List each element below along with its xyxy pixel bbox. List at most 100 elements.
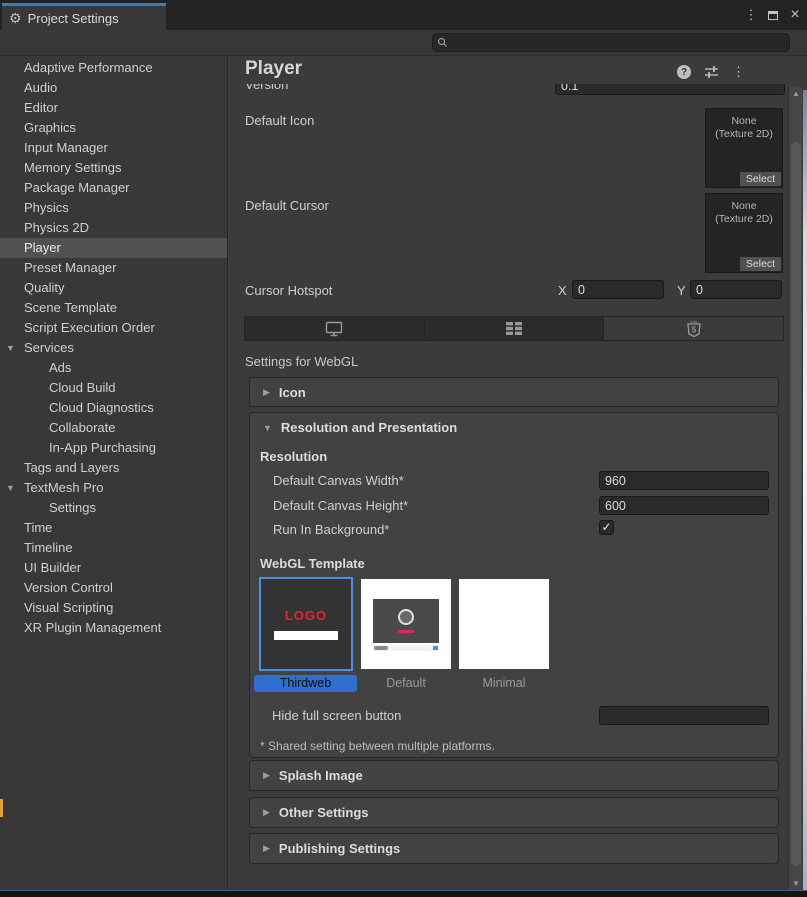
sidebar-item-label: Cloud Diagnostics	[49, 400, 154, 415]
hotspot-y-input[interactable]	[690, 280, 782, 299]
default-template-screen	[373, 599, 439, 643]
sidebar-item-label: Editor	[24, 100, 58, 115]
template-card-default[interactable]	[361, 579, 451, 669]
section-other-settings-header[interactable]: ▶ Other Settings	[250, 798, 778, 827]
run-in-background-label: Run In Background*	[273, 522, 389, 537]
sidebar-item-adaptive-performance[interactable]: ▼ Adaptive Performance	[0, 58, 227, 78]
sidebar-item-graphics[interactable]: ▼ Graphics	[0, 118, 227, 138]
cursor-hotspot-label: Cursor Hotspot	[245, 283, 332, 298]
sidebar-item-visual-scripting[interactable]: ▼ Visual Scripting	[0, 598, 227, 618]
sidebar-item-time[interactable]: ▼ Time	[0, 518, 227, 538]
help-icon[interactable]: ?	[677, 65, 691, 79]
template-label-thirdweb[interactable]: Thirdweb	[254, 675, 357, 692]
scrollbar-thumb[interactable]	[791, 142, 801, 866]
section-icon: ▶ Icon	[249, 377, 779, 407]
sidebar-item-physics-2d[interactable]: ▼ Physics 2D	[0, 218, 227, 238]
panel-menu-icon[interactable]: ⋮	[732, 64, 745, 80]
window-menu-button[interactable]: ⋮	[742, 5, 760, 25]
thirdweb-progress-bar	[274, 631, 338, 640]
project-settings-tab[interactable]: ⚙ Project Settings	[2, 3, 166, 30]
presets-icon[interactable]	[704, 65, 719, 79]
canvas-width-input[interactable]	[599, 471, 769, 490]
default-icon-select-button[interactable]: Select	[740, 172, 781, 186]
sidebar-item-ui-builder[interactable]: ▼ UI Builder	[0, 558, 227, 578]
maximize-button[interactable]	[764, 5, 782, 25]
sidebar-item-in-app-purchasing[interactable]: ▼ In-App Purchasing	[0, 438, 227, 458]
canvas-height-input[interactable]	[599, 496, 769, 515]
caret-collapsed-icon: ▶	[263, 843, 270, 854]
sidebar-item-label: Scene Template	[24, 300, 117, 315]
section-resolution-header[interactable]: ▼ Resolution and Presentation	[250, 413, 778, 442]
sidebar-item-textmesh-pro[interactable]: ▼ TextMesh Pro	[0, 478, 227, 498]
toolbar	[0, 30, 807, 56]
sidebar-item-label: Quality	[24, 280, 64, 295]
sidebar-item-tags-and-layers[interactable]: ▼ Tags and Layers	[0, 458, 227, 478]
caret-collapsed-icon: ▶	[263, 770, 270, 781]
sidebar-item-cloud-diagnostics[interactable]: ▼ Cloud Diagnostics	[0, 398, 227, 418]
sidebar-item-label: Timeline	[24, 540, 73, 555]
close-button[interactable]: ×	[786, 5, 804, 25]
sidebar-item-scene-template[interactable]: ▼ Scene Template	[0, 298, 227, 318]
sidebar-item-label: Tags and Layers	[24, 460, 119, 475]
settings-sidebar: ▼ Adaptive Performance ▼ Audio ▼ Editor …	[0, 56, 228, 891]
default-cursor-select-button[interactable]: Select	[740, 257, 781, 271]
section-other-settings: ▶ Other Settings	[249, 797, 779, 828]
scroll-up-button[interactable]: ▲	[789, 87, 803, 101]
foldout-open-icon[interactable]: ▼	[6, 338, 15, 358]
sidebar-item-physics[interactable]: ▼ Physics	[0, 198, 227, 218]
sidebar-item-version-control[interactable]: ▼ Version Control	[0, 578, 227, 598]
window-title: Project Settings	[28, 11, 119, 26]
template-label-default[interactable]: Default	[361, 676, 451, 690]
panel-header-icons: ? ⋮	[677, 64, 745, 80]
template-card-minimal[interactable]	[459, 579, 549, 669]
section-publishing-settings-header[interactable]: ▶ Publishing Settings	[250, 834, 778, 863]
hotspot-x-input[interactable]	[572, 280, 664, 299]
sidebar-item-player[interactable]: ▼ Player	[0, 238, 227, 258]
version-input[interactable]	[555, 84, 785, 95]
section-publishing-settings: ▶ Publishing Settings	[249, 833, 779, 864]
tab-platform-dedicated-server[interactable]	[425, 317, 605, 340]
run-in-background-checkbox[interactable]: ✓	[599, 520, 614, 535]
sidebar-item-timeline[interactable]: ▼ Timeline	[0, 538, 227, 558]
platform-tab-bar: HTML 5	[244, 316, 784, 341]
sidebar-item-audio[interactable]: ▼ Audio	[0, 78, 227, 98]
section-icon-header[interactable]: ▶ Icon	[250, 378, 778, 407]
search-input[interactable]	[451, 36, 789, 50]
default-icon-none-text: None	[706, 115, 782, 128]
page-title: Player	[245, 58, 302, 80]
sidebar-item-preset-manager[interactable]: ▼ Preset Manager	[0, 258, 227, 278]
sidebar-item-package-manager[interactable]: ▼ Package Manager	[0, 178, 227, 198]
sidebar-item-ads[interactable]: ▼ Ads	[0, 358, 227, 378]
default-icon-object-picker[interactable]: None (Texture 2D) Select	[705, 108, 783, 188]
sidebar-item-collaborate[interactable]: ▼ Collaborate	[0, 418, 227, 438]
gear-icon: ⚙	[9, 11, 22, 25]
sidebar-item-label: Version Control	[24, 580, 113, 595]
search-box[interactable]	[432, 33, 790, 52]
vertical-scrollbar[interactable]: ▲ ▼	[788, 87, 802, 891]
foldout-open-icon[interactable]: ▼	[6, 478, 15, 498]
window-controls: ⋮ ×	[742, 0, 807, 30]
sidebar-item-xr-plugin-management[interactable]: ▼ XR Plugin Management	[0, 618, 227, 638]
hide-fullscreen-input[interactable]	[599, 706, 769, 725]
section-splash-image-header[interactable]: ▶ Splash Image	[250, 761, 778, 790]
sidebar-item-cloud-build[interactable]: ▼ Cloud Build	[0, 378, 227, 398]
tab-platform-desktop[interactable]	[245, 317, 425, 340]
sidebar-item-services[interactable]: ▼ Services	[0, 338, 227, 358]
template-card-thirdweb[interactable]: LOGO	[259, 577, 353, 671]
sidebar-item-editor[interactable]: ▼ Editor	[0, 98, 227, 118]
sidebar-item-settings[interactable]: ▼ Settings	[0, 498, 227, 518]
sidebar-item-label: Ads	[49, 360, 71, 375]
default-cursor-object-picker[interactable]: None (Texture 2D) Select	[705, 193, 783, 273]
scroll-down-button[interactable]: ▼	[789, 877, 803, 891]
sidebar-item-label: In-App Purchasing	[49, 440, 156, 455]
maximize-icon	[768, 11, 778, 20]
sidebar-item-memory-settings[interactable]: ▼ Memory Settings	[0, 158, 227, 178]
sidebar-item-quality[interactable]: ▼ Quality	[0, 278, 227, 298]
sidebar-item-script-execution-order[interactable]: ▼ Script Execution Order	[0, 318, 227, 338]
default-progress-bar	[398, 630, 414, 633]
template-label-minimal[interactable]: Minimal	[459, 676, 549, 690]
hide-fullscreen-label: Hide full screen button	[272, 708, 401, 723]
edge-warning-marker	[0, 799, 3, 817]
tab-platform-webgl[interactable]: HTML 5	[604, 317, 783, 340]
sidebar-item-input-manager[interactable]: ▼ Input Manager	[0, 138, 227, 158]
